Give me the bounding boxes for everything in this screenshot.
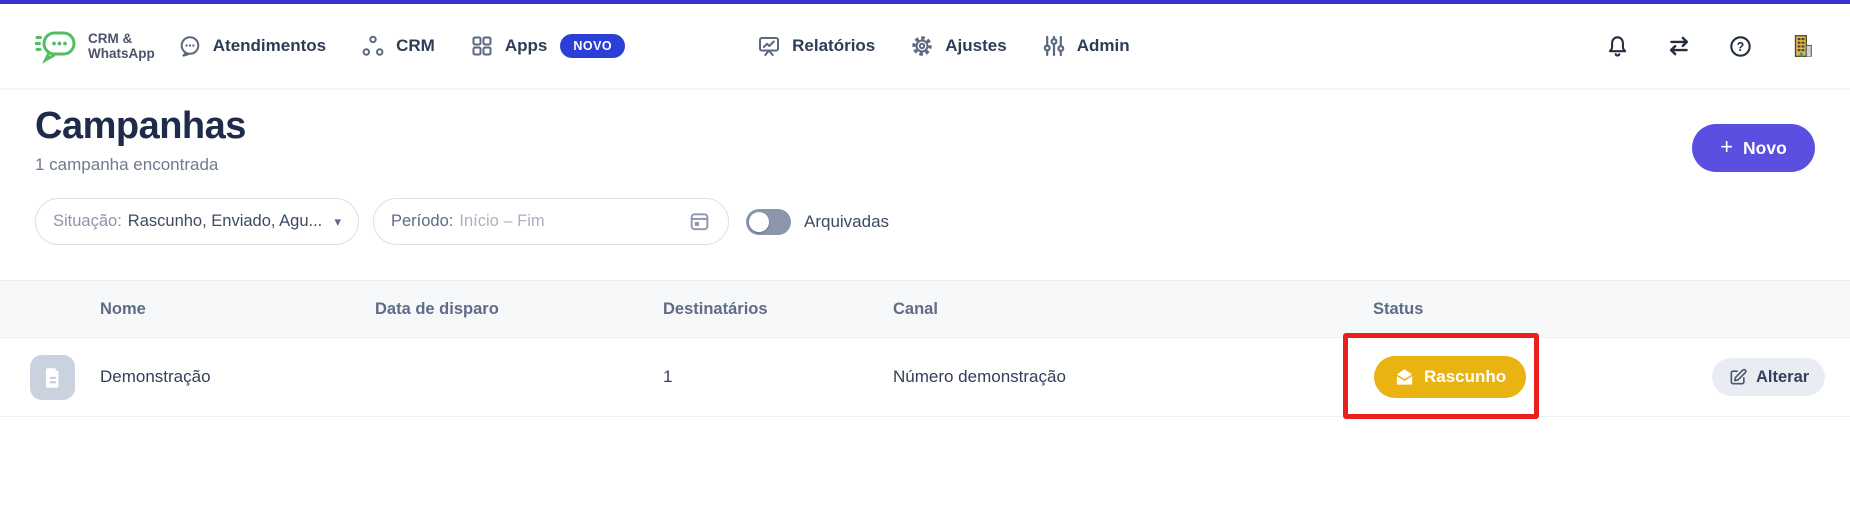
menu-item-crm[interactable]: CRM (361, 34, 435, 58)
toggle-knob (749, 211, 769, 232)
brand-logo[interactable]: CRM & WhatsApp (35, 26, 155, 66)
column-header-canal: Canal (893, 299, 938, 318)
novo-badge: NOVO (560, 34, 626, 58)
edit-pencil-icon (1728, 367, 1748, 387)
svg-text:?: ? (1737, 39, 1745, 53)
edit-campaign-button[interactable]: Alterar (1712, 358, 1826, 396)
main-menu: Atendimentos CRM Apps NOVO Relatórios Aj… (178, 34, 1130, 58)
navbar-right: ? (1605, 33, 1815, 59)
brand-name: CRM & WhatsApp (88, 31, 155, 61)
status-label: Rascunho (1424, 367, 1507, 386)
menu-item-ajustes[interactable]: Ajustes (910, 34, 1007, 58)
chevron-down-icon: ▾ (334, 213, 341, 229)
chat-bubble-logo-icon (35, 26, 79, 66)
org-circles-icon (361, 34, 385, 58)
menu-label: Apps (504, 36, 548, 55)
help-icon[interactable]: ? (1728, 34, 1753, 59)
menu-label: Ajustes (945, 36, 1007, 55)
menu-label: Atendimentos (212, 36, 327, 55)
periodo-date-filter[interactable]: Período: Início – Fim (373, 198, 729, 245)
situacao-label: Situação: (53, 212, 122, 230)
presentation-chart-icon (757, 34, 781, 58)
filters-bar: Situação: Rascunho, Enviado, Agu... ▾ Pe… (35, 198, 889, 245)
plus-icon: + (1720, 134, 1734, 159)
campaign-avatar (30, 355, 75, 400)
column-header-nome: Nome (100, 299, 146, 318)
calendar-icon (688, 210, 711, 233)
sliders-icon (1042, 34, 1066, 58)
menu-label: Relatórios (792, 36, 876, 55)
arquivadas-label: Arquivadas (804, 211, 890, 231)
menu-item-atendimentos[interactable]: Atendimentos (178, 34, 326, 58)
document-icon (40, 365, 66, 391)
status-badge: Rascunho (1374, 356, 1527, 398)
transfer-arrows-icon[interactable] (1666, 33, 1692, 59)
table-row[interactable]: Demonstração 1 Número demonstração Rascu… (0, 338, 1850, 417)
table-header-row: Nome Data de disparo Destinatários Canal… (0, 280, 1850, 338)
app-window: CRM & WhatsApp Atendimentos CRM Apps NOV… (0, 0, 1850, 529)
column-header-data-disparo: Data de disparo (375, 299, 499, 318)
column-header-destinatarios: Destinatários (663, 299, 768, 318)
cell-destinatarios: 1 (663, 367, 673, 386)
gear-icon (910, 34, 934, 58)
situacao-filter-dropdown[interactable]: Situação: Rascunho, Enviado, Agu... ▾ (35, 198, 359, 245)
menu-label: CRM (396, 36, 435, 55)
menu-item-admin[interactable]: Admin (1042, 34, 1130, 58)
arquivadas-toggle[interactable] (746, 208, 791, 235)
page-title: Campanhas (35, 105, 246, 147)
open-envelope-icon (1394, 367, 1415, 388)
cell-canal: Número demonstração (893, 367, 1066, 386)
arquivadas-toggle-group: Arquivadas (746, 208, 890, 235)
situacao-value: Rascunho, Enviado, Agu... (127, 212, 323, 230)
new-campaign-button[interactable]: + Novo (1692, 124, 1815, 172)
company-building-icon[interactable] (1789, 33, 1815, 59)
menu-item-apps[interactable]: Apps NOVO (470, 34, 626, 58)
bell-icon[interactable] (1605, 34, 1630, 59)
navbar: CRM & WhatsApp Atendimentos CRM Apps NOV… (0, 4, 1850, 89)
menu-label: Admin (1076, 36, 1130, 55)
cell-nome: Demonstração (100, 367, 211, 386)
results-count: 1 campanha encontrada (35, 155, 219, 174)
chat-icon (178, 34, 202, 58)
menu-item-relatorios[interactable]: Relatórios (757, 34, 875, 58)
periodo-placeholder: Início – Fim (459, 212, 545, 230)
grid-icon (470, 34, 494, 58)
edit-campaign-label: Alterar (1756, 367, 1810, 386)
periodo-label: Período: (391, 212, 454, 230)
new-campaign-label: Novo (1743, 137, 1787, 158)
column-header-status: Status (1373, 299, 1424, 318)
